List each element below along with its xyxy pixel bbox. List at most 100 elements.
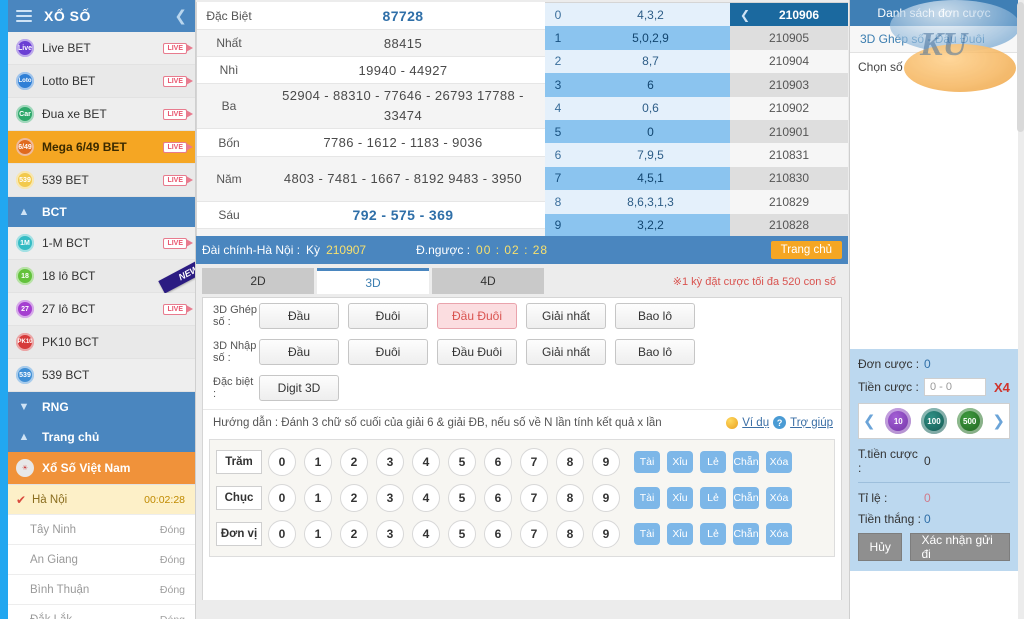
sidebar-item-539-bet[interactable]: 539 539 BET LIVE	[8, 164, 195, 197]
sidebar-group-rng[interactable]: ▼ RNG	[8, 392, 195, 422]
chip-100[interactable]: 100	[920, 408, 947, 434]
period-item[interactable]: 210901	[730, 119, 848, 144]
page-scrollbar-thumb[interactable]	[1017, 2, 1024, 132]
digit-ball-7[interactable]: 7	[520, 484, 548, 512]
digit-ball-4[interactable]: 4	[412, 484, 440, 512]
action-tai[interactable]: Tài	[634, 523, 660, 545]
option-dau-duoi-button[interactable]: Đầu Đuôi	[437, 339, 517, 365]
period-item[interactable]: 210830	[730, 166, 848, 191]
digit-ball-2[interactable]: 2	[340, 448, 368, 476]
digit-ball-2[interactable]: 2	[340, 484, 368, 512]
sidebar-province-dak-lak[interactable]: Đắk Lắk Đóng	[8, 605, 195, 619]
period-item[interactable]: 210905	[730, 26, 848, 50]
digit-ball-2[interactable]: 2	[340, 520, 368, 548]
submit-button[interactable]: Xác nhận gửi đi	[910, 533, 1010, 561]
digit-ball-8[interactable]: 8	[556, 448, 584, 476]
option-bao-lo-button[interactable]: Bao lô	[615, 339, 695, 365]
digit-ball-0[interactable]: 0	[268, 484, 296, 512]
digit-ball-4[interactable]: 4	[412, 448, 440, 476]
digit-ball-1[interactable]: 1	[304, 484, 332, 512]
cancel-button[interactable]: Hủy	[858, 533, 903, 561]
period-item[interactable]: 210828	[730, 213, 848, 237]
chip-10[interactable]: 10	[885, 408, 912, 434]
action-chan[interactable]: Chẵn	[733, 487, 759, 509]
digit-ball-5[interactable]: 5	[448, 448, 476, 476]
digit-ball-9[interactable]: 9	[592, 520, 620, 548]
action-xoa[interactable]: Xóa	[766, 523, 792, 545]
sidebar-group-home[interactable]: ▲ Trang chủ	[8, 422, 195, 452]
digit-ball-3[interactable]: 3	[376, 520, 404, 548]
digit-ball-7[interactable]: 7	[520, 448, 548, 476]
option-duoi-button[interactable]: Đuôi	[348, 303, 428, 329]
action-xiu[interactable]: Xỉu	[667, 487, 693, 509]
sidebar-province-an-giang[interactable]: An Giang Đóng	[8, 545, 195, 575]
sidebar-item-vietnam-lottery[interactable]: ☀ Xổ Số Việt Nam	[8, 452, 195, 485]
digit-ball-9[interactable]: 9	[592, 448, 620, 476]
sidebar-item-lotto-bet[interactable]: Loto Lotto BET LIVE	[8, 65, 195, 98]
tab-2d[interactable]: 2D	[202, 268, 314, 294]
digit-ball-6[interactable]: 6	[484, 520, 512, 548]
option-duoi-button[interactable]: Đuôi	[348, 339, 428, 365]
digit-ball-5[interactable]: 5	[448, 520, 476, 548]
sidebar-item-27lo-bct[interactable]: 27 27 lô BCT LIVE	[8, 293, 195, 326]
action-le[interactable]: Lẻ	[700, 487, 726, 509]
example-link[interactable]: Ví dụ	[742, 417, 769, 429]
sidebar-item-18lo-bct[interactable]: 18 18 lô BCT NEW	[8, 259, 195, 293]
option-dau-button[interactable]: Đầu	[259, 303, 339, 329]
period-item-current[interactable]: ❮ 210906	[730, 3, 848, 27]
digit-ball-3[interactable]: 3	[376, 448, 404, 476]
digit-ball-9[interactable]: 9	[592, 484, 620, 512]
digit-ball-8[interactable]: 8	[556, 484, 584, 512]
sidebar-province-ha-noi[interactable]: ✔ Hà Nội 00:02:28	[8, 485, 195, 515]
digit-ball-8[interactable]: 8	[556, 520, 584, 548]
period-item[interactable]: 210903	[730, 73, 848, 97]
digit-ball-5[interactable]: 5	[448, 484, 476, 512]
digit-ball-7[interactable]: 7	[520, 520, 548, 548]
action-chan[interactable]: Chẵn	[733, 451, 759, 473]
sidebar-item-pk10-bct[interactable]: PK10 PK10 BCT	[8, 326, 195, 359]
action-xoa[interactable]: Xóa	[766, 451, 792, 473]
digit-ball-0[interactable]: 0	[268, 448, 296, 476]
period-item[interactable]: 210902	[730, 96, 848, 120]
sidebar-item-duaxe-bet[interactable]: Car Đua xe BET LIVE	[8, 98, 195, 131]
chevron-left-icon[interactable]: ❮	[174, 7, 187, 25]
period-item[interactable]: 210904	[730, 49, 848, 74]
action-tai[interactable]: Tài	[634, 451, 660, 473]
digit-ball-3[interactable]: 3	[376, 484, 404, 512]
option-bao-lo-button[interactable]: Bao lô	[615, 303, 695, 329]
option-digit-3d-button[interactable]: Digit 3D	[259, 375, 339, 401]
period-item[interactable]: 210831	[730, 143, 848, 167]
option-giai-nhat-button[interactable]: Giải nhất	[526, 303, 606, 329]
action-xoa[interactable]: Xóa	[766, 487, 792, 509]
tab-4d[interactable]: 4D	[432, 268, 544, 294]
chevron-left-icon[interactable]: ❮	[740, 8, 750, 22]
option-dau-duoi-button[interactable]: Đầu Đuôi	[437, 303, 517, 329]
chip-500[interactable]: 500	[956, 408, 983, 434]
period-item[interactable]: 210829	[730, 190, 848, 214]
action-xiu[interactable]: Xỉu	[667, 451, 693, 473]
sidebar-item-539-bct[interactable]: 539 539 BCT	[8, 359, 195, 392]
bet-amount-input[interactable]: 0 - 0	[924, 378, 986, 396]
action-chan[interactable]: Chẵn	[733, 523, 759, 545]
sidebar-item-mega649-bet[interactable]: 6/49 Mega 6/49 BET LIVE	[8, 131, 195, 164]
option-giai-nhat-button[interactable]: Giải nhất	[526, 339, 606, 365]
action-le[interactable]: Lẻ	[700, 523, 726, 545]
action-tai[interactable]: Tài	[634, 487, 660, 509]
option-dau-button[interactable]: Đầu	[259, 339, 339, 365]
digit-ball-4[interactable]: 4	[412, 520, 440, 548]
sidebar-province-binh-thuan[interactable]: Bình Thuận Đóng	[8, 575, 195, 605]
home-button[interactable]: Trang chủ	[770, 241, 842, 259]
digit-ball-1[interactable]: 1	[304, 520, 332, 548]
sidebar-group-bct[interactable]: ▲ BCT	[8, 197, 195, 227]
digit-ball-1[interactable]: 1	[304, 448, 332, 476]
chevron-left-icon[interactable]: ❮	[863, 412, 876, 430]
sidebar-province-tay-ninh[interactable]: Tây Ninh Đóng	[8, 515, 195, 545]
digit-ball-6[interactable]: 6	[484, 484, 512, 512]
digit-ball-6[interactable]: 6	[484, 448, 512, 476]
action-xiu[interactable]: Xỉu	[667, 523, 693, 545]
chevron-right-icon[interactable]: ❯	[992, 412, 1005, 430]
sidebar-item-1m-bct[interactable]: 1M 1-M BCT LIVE	[8, 227, 195, 260]
help-link[interactable]: Trợ giúp	[790, 417, 833, 429]
digit-ball-0[interactable]: 0	[268, 520, 296, 548]
action-le[interactable]: Lẻ	[700, 451, 726, 473]
